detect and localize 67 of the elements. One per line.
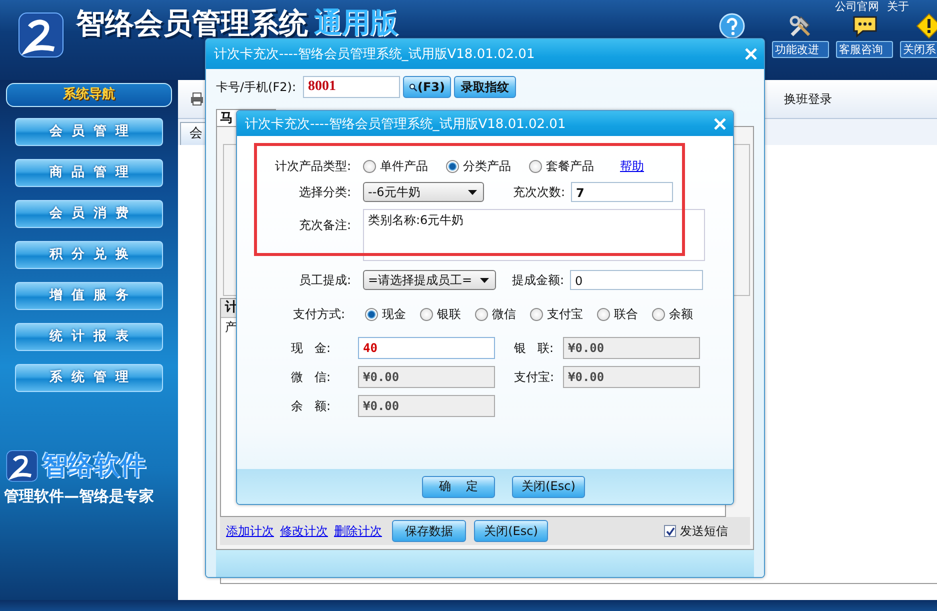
toolbar-button[interactable]: 功能改进 — [772, 41, 829, 58]
search-icon — [409, 80, 418, 94]
close-icon[interactable] — [713, 118, 727, 130]
nav-header: 系统导航 — [6, 83, 172, 107]
logo-icon — [18, 12, 64, 58]
field-label: 选择分类: — [298, 184, 351, 200]
dialog-button[interactable]: 关闭(Esc) — [512, 476, 585, 498]
radio-label[interactable]: 分类产品 — [463, 158, 511, 174]
warning-icon[interactable] — [916, 13, 937, 39]
amount-label: 余 额: — [291, 398, 332, 414]
radio-label[interactable]: 套餐产品 — [546, 158, 594, 174]
field-label: 提成金额: — [512, 272, 564, 288]
commission-field[interactable]: 0 — [570, 270, 704, 290]
count-field[interactable]: 7 — [571, 182, 674, 202]
caret-icon — [468, 190, 477, 194]
checkbox[interactable] — [664, 525, 676, 537]
category-dropdown[interactable]: --6元牛奶 — [363, 182, 484, 202]
help-icon[interactable] — [719, 13, 745, 39]
action-link[interactable]: 修改计次 — [280, 522, 328, 540]
caret-icon — [480, 278, 489, 282]
radio-button[interactable] — [597, 308, 610, 320]
amount-label: 银 联: — [513, 340, 554, 356]
field-label: 计次产品类型: — [274, 158, 351, 174]
edition-label: 通用版 — [314, 5, 398, 41]
radio-label[interactable]: 单件产品 — [380, 158, 428, 174]
amount-field[interactable]: 40 — [358, 337, 495, 359]
window-title: 计次卡充次----智络会员管理系统_试用版V18.01.02.01 — [214, 46, 535, 63]
header-link[interactable]: 关于 — [887, 0, 909, 13]
field-label: 卡号/手机(F2): — [216, 78, 296, 96]
table-cell-text: 产 — [224, 319, 238, 336]
radio-button[interactable] — [475, 308, 488, 320]
window-title: 计次卡充次----智络会员管理系统_试用版V18.01.02.01 — [245, 116, 566, 132]
header-link[interactable]: 公司官网 — [835, 0, 879, 13]
action-link[interactable]: 删除计次 — [334, 522, 382, 540]
dialog-button[interactable]: 关闭(Esc) — [474, 520, 548, 542]
toolbar-button[interactable]: 关闭系 — [900, 41, 937, 58]
radio-button[interactable] — [363, 160, 376, 172]
radio-button[interactable] — [529, 160, 542, 172]
remark-field[interactable]: 类别名称:6元牛奶 — [363, 209, 705, 261]
logo-icon — [6, 450, 38, 482]
amount-label: 微 信: — [291, 368, 332, 386]
action-link[interactable]: 添加计次 — [226, 522, 274, 540]
radio-button[interactable] — [365, 308, 378, 320]
toolbar-button[interactable]: 客服咨询 — [836, 41, 893, 58]
dialog-button[interactable]: 保存数据 — [392, 520, 466, 542]
brand-name: 智络软件 — [42, 450, 146, 483]
staff-dropdown[interactable]: =请选择提成员工= — [363, 270, 496, 290]
field-label: 充次次数: — [513, 184, 566, 200]
help-link[interactable]: 帮助 — [620, 158, 644, 174]
toolbar-button[interactable]: 换班登录 — [784, 90, 832, 108]
amount-label: 支付宝: — [513, 368, 556, 386]
field-label: 充次备注: — [298, 217, 351, 234]
dialog-button[interactable]: 确 定 — [422, 476, 495, 498]
radio-button[interactable] — [652, 308, 665, 320]
card-field[interactable]: 8001 — [303, 76, 400, 98]
checkbox-label[interactable]: 发送短信 — [680, 522, 728, 540]
radio-button[interactable] — [530, 308, 543, 320]
radio-button[interactable] — [446, 160, 459, 172]
field-label: 员工提成: — [298, 272, 351, 288]
brand-slogan: 管理软件—智络是专家 — [4, 487, 154, 506]
fingerprint-button[interactable]: 录取指纹 — [454, 76, 516, 98]
amount-label: 现 金: — [291, 340, 332, 356]
search-button[interactable]: (F3) — [403, 76, 451, 98]
close-icon[interactable] — [744, 48, 758, 60]
app-title: 智络会员管理系统 — [76, 5, 308, 42]
printer-icon[interactable] — [190, 92, 204, 106]
radio-button[interactable] — [420, 308, 433, 320]
